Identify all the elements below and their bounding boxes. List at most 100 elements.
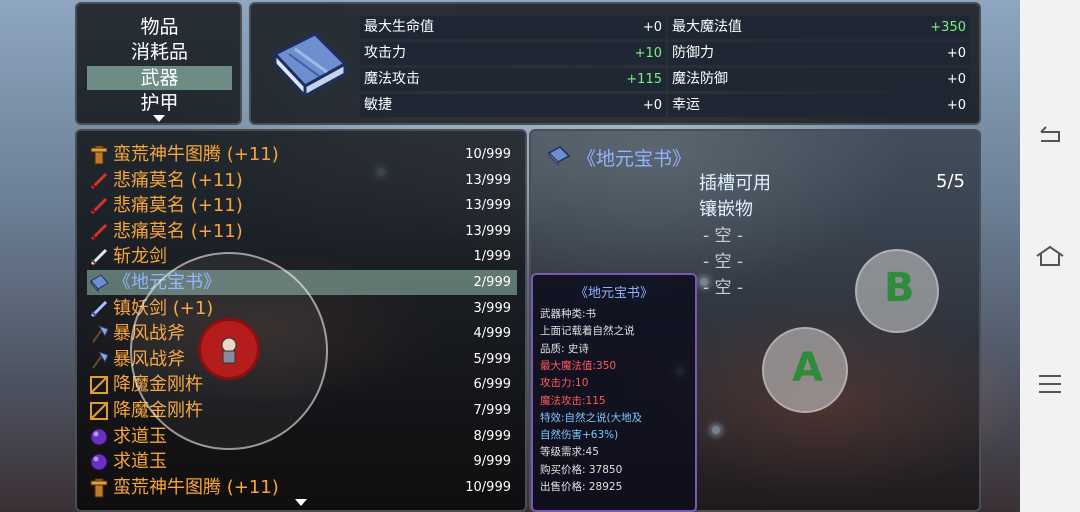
home-button[interactable] [1020,236,1080,276]
item-name: 悲痛莫名 (+11) [113,169,243,191]
scroll-down-icon[interactable] [153,115,165,122]
stat-value: +115 [626,72,662,87]
category-item[interactable]: 物品 [87,15,232,39]
tooltip-line: 攻击力:10 [540,377,589,390]
item-name: 悲痛莫名 (+11) [113,220,243,242]
category-item[interactable]: 消耗品 [87,40,232,64]
back-button[interactable] [1020,113,1080,153]
category-item-selected[interactable]: 武器 [87,66,232,90]
sword-icon [90,249,108,266]
stat-label: 魔法攻击 [364,71,420,87]
item-quantity: 8/999 [473,428,511,444]
item-row[interactable]: 悲痛莫名 (+11) 13/999 [87,168,517,193]
vajra-icon [90,402,108,420]
stat-magic-defense: 魔法防御 +0 [668,68,970,91]
empty-slot[interactable]: - 空 - [703,247,743,272]
stat-attack: 攻击力 +10 [360,42,666,65]
orb-icon [90,428,108,446]
stat-max-hp: 最大生命值 +0 [360,16,666,39]
empty-slot[interactable]: - 空 - [703,273,743,298]
item-name: 蛮荒神牛图腾 (+11) [113,144,279,165]
detail-title: 《地元宝书》 [577,148,692,170]
stat-value: +0 [946,46,966,61]
item-row[interactable]: 求道玉 9/999 [87,449,517,474]
book-icon [272,32,348,100]
item-quantity: 10/999 [465,479,511,495]
b-button[interactable]: B [855,249,939,333]
item-row[interactable]: 悲痛莫名 (+11) 13/999 [87,219,517,244]
red-sword-icon [90,223,108,240]
item-tooltip: 《地元宝书》 武器种类:书 上面记载着自然之说 品质: 史诗 最大魔法值:350 攻击力… [531,273,697,512]
a-button[interactable]: A [762,327,848,413]
item-row[interactable]: 求道玉 8/999 [87,424,517,449]
menu-button[interactable] [1020,364,1080,404]
tooltip-line: 特效:自然之说(大地及 [540,411,643,424]
stat-label: 魔法防御 [672,71,728,87]
item-name: 蛮荒神牛图腾 (+11) [113,476,279,498]
stat-luck: 幸运 +0 [668,94,970,117]
item-quantity: 13/999 [465,223,511,239]
stat-label: 敏捷 [364,97,392,113]
tooltip-title: 《地元宝书》 [574,286,653,301]
vajra-icon [90,376,108,395]
stats-panel: 最大生命值 +0 攻击力 +10 魔法攻击 +115 敏捷 +0 最大魔法值 +… [249,2,981,125]
item-quantity: 10/999 [465,147,511,162]
item-quantity: 3/999 [473,300,511,316]
item-row[interactable]: 蛮荒神牛图腾 (+11) 10/999 [87,142,517,167]
item-quantity: 9/999 [473,454,511,470]
item-quantity: 4/999 [473,326,511,342]
item-quantity: 6/999 [473,377,511,393]
totem-icon [90,478,108,498]
menu-icon [1039,375,1061,393]
tooltip-line: 武器种类:书 [540,308,597,320]
item-quantity: 13/999 [465,172,511,188]
tooltip-line: 最大魔法值:350 [540,359,617,372]
slot-available-label: 插槽可用 [699,173,771,194]
stat-value: +0 [946,98,966,113]
stat-defense: 防御力 +0 [668,42,970,65]
tooltip-line: 出售价格: 28925 [540,481,623,493]
inlay-label: 镶嵌物 [699,199,753,220]
empty-slot[interactable]: - 空 - [703,221,743,246]
item-row[interactable]: 斩龙剑 1/999 [87,244,517,269]
stat-label: 幸运 [672,97,700,113]
item-name: 悲痛莫名 (+11) [113,195,243,217]
axe-icon [92,350,109,369]
home-icon [1036,245,1064,266]
stat-value: +0 [642,20,662,35]
item-name: 求道玉 [113,425,167,447]
stat-label: 防御力 [672,45,714,61]
red-sword-icon [90,198,108,215]
blue-sword-icon [90,300,108,317]
joystick-knob[interactable] [198,318,260,380]
category-panel: 物品 消耗品 武器 护甲 [75,2,242,125]
tooltip-line: 品质: 史诗 [540,342,589,355]
red-sword-icon [90,172,108,189]
a-button-label: A [792,345,823,391]
totem-icon [90,145,108,165]
system-navigation-bar [1020,0,1080,512]
item-quantity: 5/999 [473,351,511,367]
stat-value: +0 [642,98,662,113]
tooltip-line: 自然伤害+63%) [540,429,619,442]
slot-count: 5/5 [936,171,965,192]
item-name: 斩龙剑 [113,246,167,268]
orb-icon [90,453,108,471]
stat-agility: 敏捷 +0 [360,94,666,117]
tooltip-line: 魔法攻击:115 [540,394,606,407]
axe-icon [92,325,109,343]
category-item[interactable]: 护甲 [87,91,232,115]
item-row[interactable]: 悲痛莫名 (+11) 13/999 [87,193,517,218]
stat-label: 最大魔法值 [672,19,742,35]
stat-value: +10 [634,46,662,61]
item-quantity: 7/999 [473,403,511,418]
book-icon [90,274,109,293]
tooltip-line: 购买价格: 37850 [540,463,623,476]
stat-label: 攻击力 [364,45,406,61]
back-icon [1040,126,1060,142]
scroll-down-icon[interactable] [295,499,307,506]
item-quantity: 1/999 [473,249,511,265]
b-button-label: B [884,265,915,311]
item-quantity: 13/999 [465,198,511,214]
item-row[interactable]: 蛮荒神牛图腾 (+11) 10/999 [87,475,517,500]
